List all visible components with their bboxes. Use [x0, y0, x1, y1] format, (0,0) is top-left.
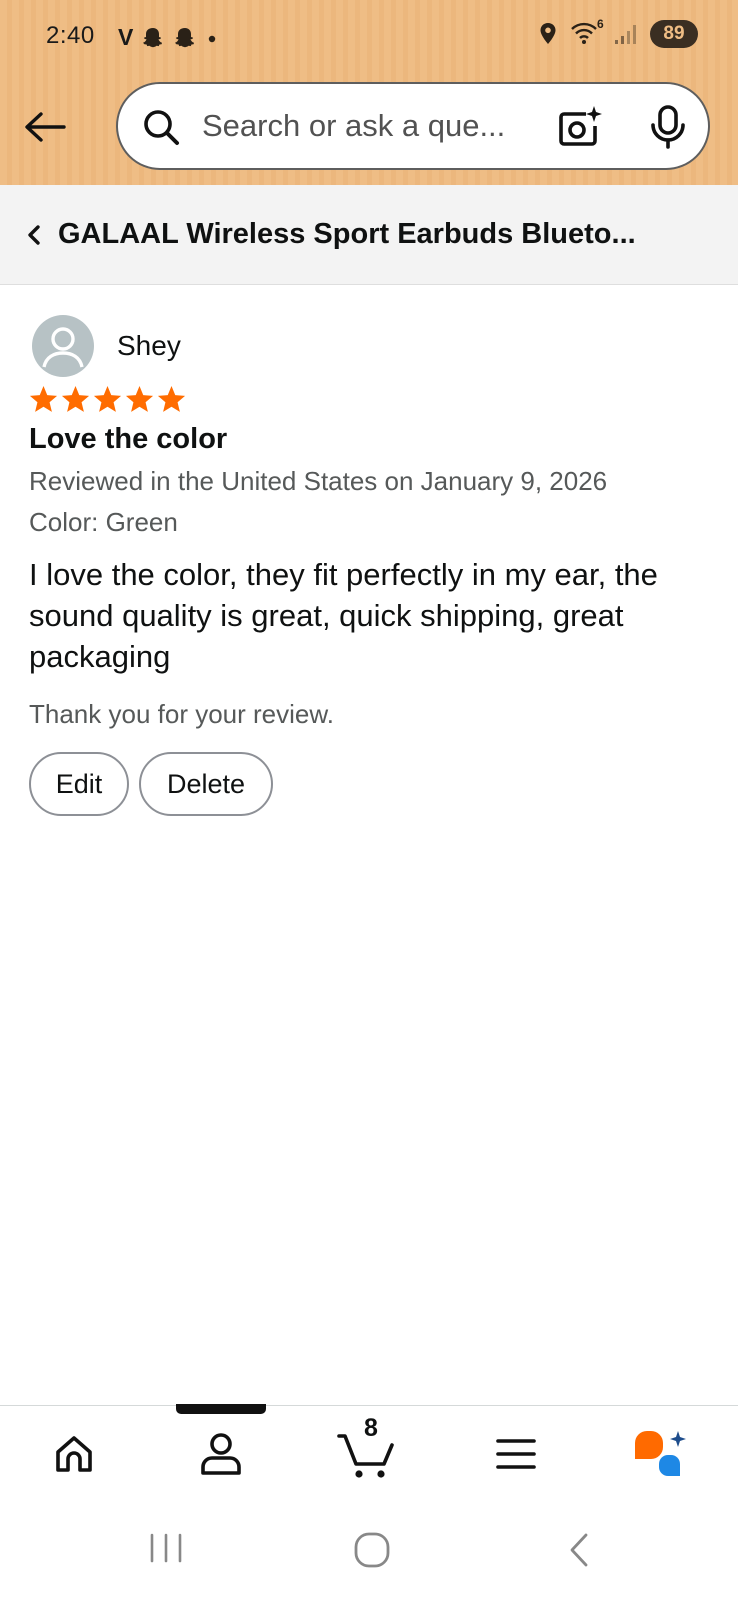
camera-lens-button[interactable] [556, 104, 602, 155]
snapchat-ghost-icon [175, 27, 195, 47]
wifi-icon: 6 [570, 17, 604, 47]
carrier-glyph: V [118, 24, 134, 50]
signal-icon [615, 25, 636, 44]
system-navigation-bar [0, 1507, 738, 1600]
star-icon [61, 385, 90, 412]
review-title: Love the color [29, 423, 228, 455]
tab-account[interactable] [193, 1426, 249, 1482]
product-title-link[interactable]: GALAAL Wireless Sport Earbuds Blueto... [58, 218, 718, 251]
status-bar: 2:40 V 6 89 [0, 0, 738, 74]
user-silhouette-icon [42, 327, 84, 368]
rufus-ai-icon [635, 1431, 686, 1476]
star-icon [93, 385, 122, 412]
battery-indicator: 89 [650, 20, 698, 48]
star-icon [125, 385, 154, 412]
search-bar[interactable]: Search or ask a que... [116, 82, 710, 170]
menu-icon [496, 1439, 536, 1469]
app-header: 2:40 V 6 89 Search or ask a que... [0, 0, 738, 185]
search-row: Search or ask a que... [0, 82, 738, 174]
tab-rufus[interactable] [633, 1426, 689, 1482]
snapchat-ghost-icon [143, 27, 163, 47]
back-arrow-icon [25, 112, 66, 142]
review-variant: Color: Green [29, 507, 178, 537]
back-button[interactable] [22, 104, 68, 150]
review-date: Reviewed in the United States on January… [29, 466, 608, 496]
chevron-left-icon [570, 1533, 588, 1567]
cart-count-badge: 8 [364, 1414, 378, 1442]
home-system-button[interactable] [353, 1531, 391, 1574]
recent-apps-icon [150, 1533, 182, 1563]
camera-lens-icon [559, 106, 602, 146]
home-circle-icon [354, 1532, 390, 1568]
microphone-icon [651, 105, 685, 149]
account-icon [201, 1433, 241, 1475]
active-tab-indicator [176, 1404, 266, 1414]
status-time: 2:40 [46, 22, 95, 49]
search-icon [144, 110, 179, 145]
star-rating [28, 384, 187, 415]
tab-menu[interactable] [488, 1426, 544, 1482]
network-type-label: 6 [597, 17, 604, 31]
bottom-tab-bar: 8 [0, 1404, 738, 1508]
home-icon [56, 1436, 92, 1472]
location-pin-icon [540, 23, 556, 44]
reviewer-name: Shey [117, 330, 181, 361]
search-input[interactable]: Search or ask a que... [202, 108, 505, 144]
edit-button[interactable]: Edit [29, 752, 129, 816]
delete-button[interactable]: Delete [139, 752, 273, 816]
product-breadcrumb[interactable]: GALAAL Wireless Sport Earbuds Blueto... [0, 185, 738, 285]
thank-you-message: Thank you for your review. [29, 699, 334, 729]
dot-icon [209, 35, 216, 42]
back-system-button[interactable] [566, 1531, 594, 1574]
star-icon [29, 385, 58, 412]
review-body: I love the color, they fit perfectly in … [29, 557, 658, 674]
recent-apps-button[interactable] [148, 1531, 184, 1570]
chevron-left-icon [28, 225, 40, 245]
voice-search-button[interactable] [648, 104, 688, 155]
tab-home[interactable] [46, 1426, 102, 1482]
avatar [32, 315, 94, 377]
star-icon [157, 385, 186, 412]
